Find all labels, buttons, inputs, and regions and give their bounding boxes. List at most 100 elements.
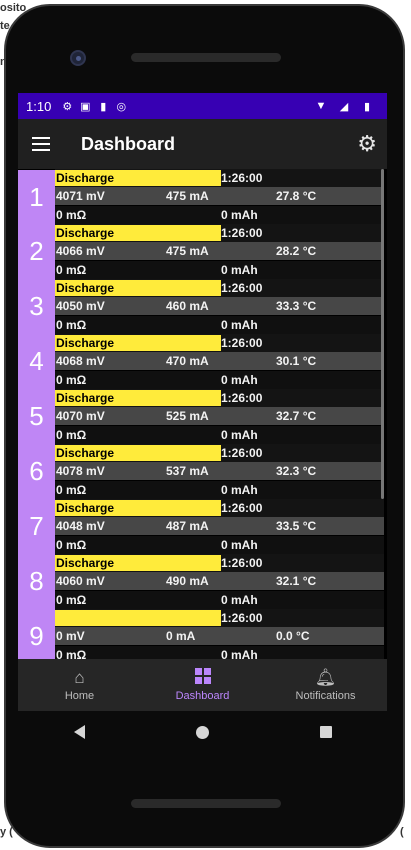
nav-home[interactable]: ⌂ Home <box>18 659 141 711</box>
cell-capacity-row: 0 mΩ 0 mAh <box>55 206 384 224</box>
cell-timer: 1:26:00 <box>221 281 263 295</box>
cell-mode-label: Discharge <box>55 335 221 351</box>
cell-resistance: 0 mΩ <box>56 538 87 552</box>
cell-resistance: 0 mΩ <box>56 593 87 607</box>
cell-status-row: 1:26:00 <box>55 609 384 627</box>
cell-status-row: Discharge 1:26:00 <box>55 499 384 517</box>
cell-capacity: 0 mAh <box>221 483 258 497</box>
cell-readings-row: 4066 mV 475 mA 28.2 °C <box>55 242 384 260</box>
cell-readings-row: 4048 mV 487 mA 33.5 °C <box>55 517 384 535</box>
cell-readings-row: 4060 mV 490 mA 32.1 °C <box>55 572 384 590</box>
cell-timer: 1:26:00 <box>221 226 263 240</box>
cell-timer: 1:26:00 <box>221 556 263 570</box>
cell-mode-label: Discharge <box>55 280 221 296</box>
menu-icon[interactable] <box>32 137 50 151</box>
cell-temperature: 32.7 °C <box>276 409 317 423</box>
battery-icon: ▮ <box>363 100 371 113</box>
cell-temperature: 33.3 °C <box>276 299 317 313</box>
cell-number: 5 <box>18 389 55 444</box>
cell-temperature: 28.2 °C <box>276 244 317 258</box>
cell-timer: 1:26:00 <box>221 501 263 515</box>
cell-number: 9 <box>18 609 55 659</box>
settings-gear-icon[interactable]: ⚙ <box>357 131 377 157</box>
cell-resistance: 0 mΩ <box>56 318 87 332</box>
cell-capacity-row: 0 mΩ 0 mAh <box>55 591 384 609</box>
home-button-icon[interactable] <box>195 725 209 739</box>
cell-capacity-row: 0 mΩ 0 mAh <box>55 426 384 444</box>
cell-readings-row: 4078 mV 537 mA 32.3 °C <box>55 462 384 480</box>
cell-readings-row: 4050 mV 460 mA 33.3 °C <box>55 297 384 315</box>
desktop-text-fragment: y ( <box>0 826 13 838</box>
battery-cell-2[interactable]: 2 Discharge 1:26:00 4066 mV 475 mA 28.2 °C 0 m… <box>18 224 384 279</box>
cell-resistance: 0 mΩ <box>56 483 87 497</box>
battery-cell-7[interactable]: 7 Discharge 1:26:00 4048 mV 487 mA 33.5 °C 0 m… <box>18 499 384 554</box>
sync-icon: ◎ <box>116 100 127 113</box>
battery-cell-9[interactable]: 9 1:26:00 0 mV 0 mA 0.0 °C 0 mΩ 0 mAh <box>18 609 384 659</box>
cell-timer: 1:26:00 <box>221 391 263 405</box>
battery-cell-3[interactable]: 3 Discharge 1:26:00 4050 mV 460 mA 33.3 °C 0 m… <box>18 279 384 334</box>
cell-mode-label: Discharge <box>55 445 221 461</box>
cell-capacity-row: 0 mΩ 0 mAh <box>55 316 384 334</box>
battery-cell-1[interactable]: 1 Discharge 1:26:00 4071 mV 475 mA 27.8 °C 0 m… <box>18 169 384 225</box>
cell-capacity: 0 mAh <box>221 318 258 332</box>
cell-status-row: Discharge 1:26:00 <box>55 169 384 187</box>
cell-voltage: 4070 mV <box>56 409 105 423</box>
status-bar: 1:10 ⚙ ▣ ▮ ◎ ▼ ◢ ▮ <box>18 93 387 119</box>
front-camera <box>70 50 86 66</box>
cell-readings-row: 4071 mV 475 mA 27.8 °C <box>55 187 384 205</box>
cell-timer: 1:26:00 <box>221 446 263 460</box>
cell-current: 460 mA <box>166 299 209 313</box>
recents-icon[interactable] <box>319 726 332 738</box>
cell-status-row: Discharge 1:26:00 <box>55 334 384 352</box>
cell-capacity-row: 0 mΩ 0 mAh <box>55 536 384 554</box>
cell-voltage: 0 mV <box>56 629 85 643</box>
cell-readings-row: 0 mV 0 mA 0.0 °C <box>55 627 384 645</box>
cell-current: 487 mA <box>166 519 209 533</box>
cell-current: 470 mA <box>166 354 209 368</box>
cell-resistance: 0 mΩ <box>56 428 87 442</box>
battery-cell-4[interactable]: 4 Discharge 1:26:00 4068 mV 470 mA 30.1 °C 0 m… <box>18 334 384 389</box>
nav-notifications-label: Notifications <box>295 690 356 702</box>
home-icon: ⌂ <box>74 668 85 687</box>
cell-mode-label: Discharge <box>55 555 221 571</box>
cell-resistance: 0 mΩ <box>56 208 87 222</box>
nav-notifications[interactable]: 🔔︎ Notifications <box>264 659 387 711</box>
nav-dashboard[interactable]: Dashboard <box>141 659 264 711</box>
cell-resistance: 0 mΩ <box>56 648 87 659</box>
scrollbar[interactable] <box>381 169 384 499</box>
back-icon[interactable] <box>73 725 85 739</box>
cell-number: 3 <box>18 279 55 334</box>
cell-current: 475 mA <box>166 244 209 258</box>
battery-cell-5[interactable]: 5 Discharge 1:26:00 4070 mV 525 mA 32.7 °C 0 m… <box>18 389 384 444</box>
cell-temperature: 30.1 °C <box>276 354 317 368</box>
battery-cell-6[interactable]: 6 Discharge 1:26:00 4078 mV 537 mA 32.3 °C 0 m… <box>18 444 384 499</box>
cell-timer: 1:26:00 <box>221 611 263 625</box>
cell-resistance: 0 mΩ <box>56 373 87 387</box>
cell-capacity: 0 mAh <box>221 538 258 552</box>
nav-dashboard-label: Dashboard <box>175 690 230 702</box>
app-bar: Dashboard ⚙ <box>18 119 387 169</box>
bottom-navigation: ⌂ Home Dashboard 🔔︎ Notifications <box>18 659 387 711</box>
status-time: 1:10 <box>26 98 52 114</box>
cell-list[interactable]: 1 Discharge 1:26:00 4071 mV 475 mA 27.8 °C 0 m… <box>18 169 387 659</box>
cell-capacity-row: 0 mΩ 0 mAh <box>55 481 384 499</box>
cell-voltage: 4066 mV <box>56 244 105 258</box>
cell-number: 4 <box>18 334 55 389</box>
cell-status-row: Discharge 1:26:00 <box>55 444 384 462</box>
cell-temperature: 0.0 °C <box>276 629 310 643</box>
cell-current: 475 mA <box>166 189 209 203</box>
gear-icon: ⚙ <box>62 100 73 113</box>
cell-number: 2 <box>18 224 55 279</box>
cell-status-row: Discharge 1:26:00 <box>55 389 384 407</box>
cell-status-row: Discharge 1:26:00 <box>55 279 384 297</box>
bottom-speaker <box>131 799 281 808</box>
phone-screen: 1:10 ⚙ ▣ ▮ ◎ ▼ ◢ ▮ Dashboard ⚙ 1 Discharg… <box>18 93 387 711</box>
desktop-text-fragment: ( <box>400 826 404 838</box>
cell-capacity: 0 mAh <box>221 593 258 607</box>
battery-cell-8[interactable]: 8 Discharge 1:26:00 4060 mV 490 mA 32.1 °C 0 m… <box>18 554 384 609</box>
signal-icon: ◢ <box>339 100 349 113</box>
cell-capacity: 0 mAh <box>221 263 258 277</box>
cell-capacity: 0 mAh <box>221 648 258 659</box>
bell-icon: 🔔︎ <box>314 668 337 687</box>
cell-capacity-row: 0 mΩ 0 mAh <box>55 371 384 389</box>
